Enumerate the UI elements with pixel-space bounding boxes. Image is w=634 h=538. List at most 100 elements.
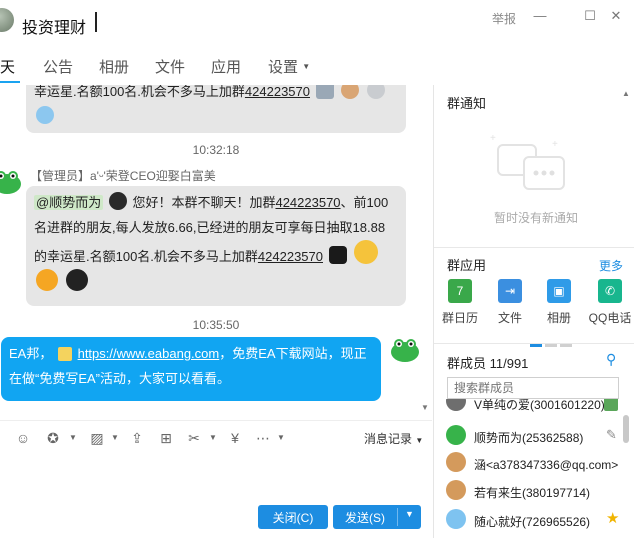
emoji-icon[interactable]: ☺ (14, 429, 32, 447)
app-album[interactable]: ▣ 相册 (534, 279, 584, 326)
member-item[interactable]: 顺势而为(25362588) ✎ (446, 425, 621, 447)
upload-icon[interactable]: ⇪ (128, 429, 146, 447)
svg-text:+: + (552, 139, 558, 150)
page-dot[interactable] (560, 344, 572, 347)
app-files[interactable]: ⇥ 文件 (485, 279, 535, 326)
group-title: 投资理财 (22, 20, 87, 37)
svg-text:+: + (490, 133, 496, 144)
member-avatar (446, 399, 466, 411)
scroll-up-icon[interactable]: ▲ (622, 89, 630, 98)
send-options-chevron-icon[interactable]: ▼ (405, 509, 414, 519)
send-button[interactable]: 发送(S) ▼ (333, 505, 421, 529)
members-title: 群成员 11/991 (447, 356, 529, 371)
bomb-emoji-icon (108, 192, 127, 210)
tab-announcement[interactable]: 公告 (43, 56, 73, 77)
member-list-scrollbar[interactable] (623, 415, 629, 443)
red-packet-icon[interactable]: ¥ (226, 429, 244, 447)
message-bubble-self[interactable]: EA邦， https://www.eabang.com，免费EA下载网站，现正 … (1, 337, 381, 401)
more-tools-icon[interactable]: ⋯ (254, 429, 272, 447)
member-badge-icon (604, 399, 618, 411)
photo-icon: ▣ (547, 279, 571, 303)
frog-avatar-icon[interactable] (390, 337, 420, 363)
text-caret (95, 12, 97, 32)
close-button[interactable]: 关闭(C) (258, 505, 328, 529)
message-text: EA邦， (9, 346, 53, 361)
page-dot-active[interactable] (530, 344, 542, 347)
message-input[interactable] (0, 454, 432, 504)
tab-bar: 天 公告 相册 文件 应用 设置 ▼ (0, 48, 634, 84)
group-number-link[interactable]: 424223570 (275, 195, 340, 210)
tab-apps[interactable]: 应用 (211, 56, 241, 77)
message-text: 的幸运星.名额100名.机会不多马上加群 (34, 249, 258, 264)
website-link[interactable]: https://www.eabang.com (78, 346, 220, 361)
notice-empty-text: 暂时没有新通知 (494, 211, 579, 225)
message-bubble[interactable]: 幸运星.名额100名.机会不多马上加群424223570 (26, 85, 406, 133)
page-dot[interactable] (545, 344, 557, 347)
input-toolbar: ☺ ✪ ▼ ▨ ▼ ⇪ ⊞ ✂ ▼ ¥ ⋯ ▼ 消息记录 ▼ (0, 420, 432, 454)
scroll-down-icon[interactable]: ▼ (421, 403, 429, 412)
maximize-icon[interactable]: ☐ (582, 8, 598, 24)
group-number-link[interactable]: 424223570 (245, 85, 310, 99)
group-avatar[interactable] (0, 8, 14, 32)
divider (434, 343, 634, 344)
message-text: 名进群的朋友,每人发放6.66,已经进的朋友可享每日抽取18.88 (34, 220, 386, 235)
minimize-icon[interactable]: — (532, 8, 548, 24)
group-number-link[interactable]: 424223570 (258, 249, 323, 264)
member-avatar (446, 452, 466, 472)
member-avatar (446, 480, 466, 500)
search-icon[interactable]: ⚲ (606, 351, 616, 368)
divider (434, 247, 634, 248)
scissors-icon[interactable]: ✂ (185, 429, 203, 447)
member-item[interactable]: 随心就好(726965526) ★ (446, 509, 621, 531)
tab-settings-label: 设置 (268, 59, 299, 76)
right-panel: 群通知 ▲ + + 暂时没有新通知 群应用 更多 7 群日历 ⇥ 文件 ▣ 相册… (433, 85, 634, 538)
close-icon[interactable]: ✕ (608, 8, 624, 24)
image-icon[interactable]: ▨ (88, 429, 106, 447)
member-item[interactable]: 若有来生(380197714) (446, 480, 621, 502)
timestamp: 10:35:50 (192, 318, 240, 332)
shield-icon (57, 347, 72, 361)
app-calendar[interactable]: 7 群日历 (435, 279, 485, 326)
laugh-emoji-icon (354, 240, 379, 264)
skull-icon (366, 85, 385, 99)
cloud-emoji-icon (36, 106, 54, 124)
tab-album[interactable]: 相册 (99, 56, 129, 77)
tab-files[interactable]: 文件 (155, 56, 185, 77)
message-history-button[interactable]: 消息记录 ▼ (364, 430, 423, 447)
member-name: 涵<a378347336@qq.com> (474, 458, 619, 472)
member-avatar (446, 509, 466, 529)
mention-tag[interactable]: @顺势而为 (34, 195, 104, 210)
chevron-down-icon: ▼ (415, 436, 424, 445)
message-bubble[interactable]: @顺势而为 您好！本群不聊天！加群424223570、前100 名进群的朋友,每… (26, 186, 406, 306)
tab-chat[interactable]: 天 (0, 56, 15, 77)
tab-settings[interactable]: 设置 ▼ (268, 56, 310, 77)
message-text: 在做“免费写EA”活动，大家可以看看。 (9, 371, 231, 386)
active-tab-indicator (0, 81, 20, 83)
member-item[interactable]: 涵<a378347336@qq.com> (446, 452, 621, 474)
frog-avatar-icon[interactable] (0, 169, 22, 195)
report-button[interactable]: 举报 (492, 10, 516, 27)
app-qq-call[interactable]: ✆ QQ电话 (585, 279, 634, 326)
app-label: 相册 (546, 311, 571, 325)
member-name: 随心就好(726965526) (474, 515, 591, 529)
calendar-icon: 7 (448, 279, 472, 303)
message-text: ，免费EA下载网站，现正 (219, 346, 367, 361)
member-item[interactable]: V单纯の爱(3001601220) (446, 399, 621, 413)
gift-icon[interactable]: ⊞ (157, 429, 175, 447)
chevron-down-icon[interactable]: ▼ (272, 429, 290, 447)
gif-icon[interactable]: ✪ (44, 429, 62, 447)
sticker-icon (315, 85, 334, 99)
file-icon: ⇥ (498, 279, 522, 303)
sender-name[interactable]: 【管理员】a'ᵕ'荣登CEO迎娶白富美 (30, 167, 216, 184)
chevron-down-icon[interactable]: ▼ (204, 429, 222, 447)
chevron-down-icon[interactable]: ▼ (64, 429, 82, 447)
send-divider (397, 508, 398, 526)
chat-messages[interactable]: 幸运星.名额100名.机会不多马上加群424223570 10:32:18 【管… (0, 85, 432, 415)
black-cat-emoji-icon (65, 269, 88, 291)
sticker-icon (341, 85, 360, 99)
edit-icon[interactable]: ✎ (606, 427, 617, 443)
chevron-down-icon[interactable]: ▼ (106, 429, 124, 447)
more-apps-link[interactable]: 更多 (599, 257, 623, 274)
member-search-input[interactable] (447, 377, 619, 399)
send-button-label: 发送(S) (345, 510, 385, 525)
